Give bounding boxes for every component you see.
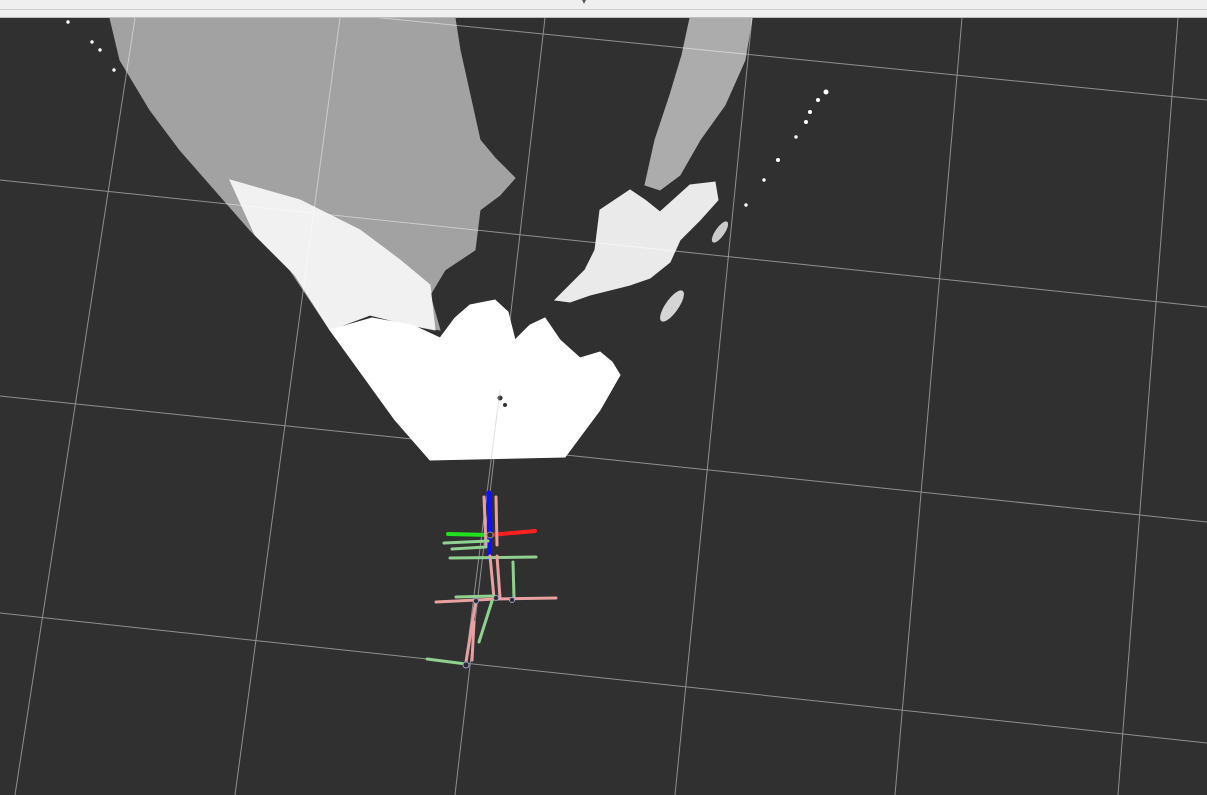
point-cloud-dot [112,68,116,72]
point-cloud-dot [823,89,829,95]
point-cloud-dot [794,135,798,139]
tf-link-frame [494,596,558,601]
rviz-window: ▾ [0,0,1207,795]
tf-link-frame [470,620,476,662]
tf-axis-y [446,532,492,537]
point-cloud-dot [744,203,748,207]
tf-link-frame [454,594,496,599]
scene-canvas[interactable] [0,18,1207,795]
grip-handle-icon[interactable]: ▾ [581,0,587,7]
tf-link-frame [450,545,488,551]
tf-joint [473,598,479,604]
tf-link-frame [494,495,499,547]
point-cloud-dot [804,120,808,124]
tf-joint [509,597,515,603]
tf-link-frame [442,539,490,545]
point-cloud-dot [762,178,766,182]
point-cloud-hole [497,395,503,401]
tf-joint [486,531,494,539]
3d-render-viewport[interactable] [0,18,1207,795]
point-cloud-dot [66,20,70,24]
tf-link-frame [511,560,516,600]
point-cloud-hole [503,403,507,407]
point-cloud-dot [776,158,780,162]
point-cloud-dot [90,40,94,44]
tf-link-frame [448,555,538,560]
point-cloud-dot [98,48,102,52]
tf-joint [462,661,470,669]
point-cloud-dot [816,98,820,102]
tf-link-frame [482,495,488,547]
point-cloud-dot [808,110,812,114]
tf-joint [493,595,499,601]
panel-splitter[interactable]: ▾ [0,0,1207,18]
splitter-line [0,9,1207,10]
tf-axis-z [486,490,493,538]
